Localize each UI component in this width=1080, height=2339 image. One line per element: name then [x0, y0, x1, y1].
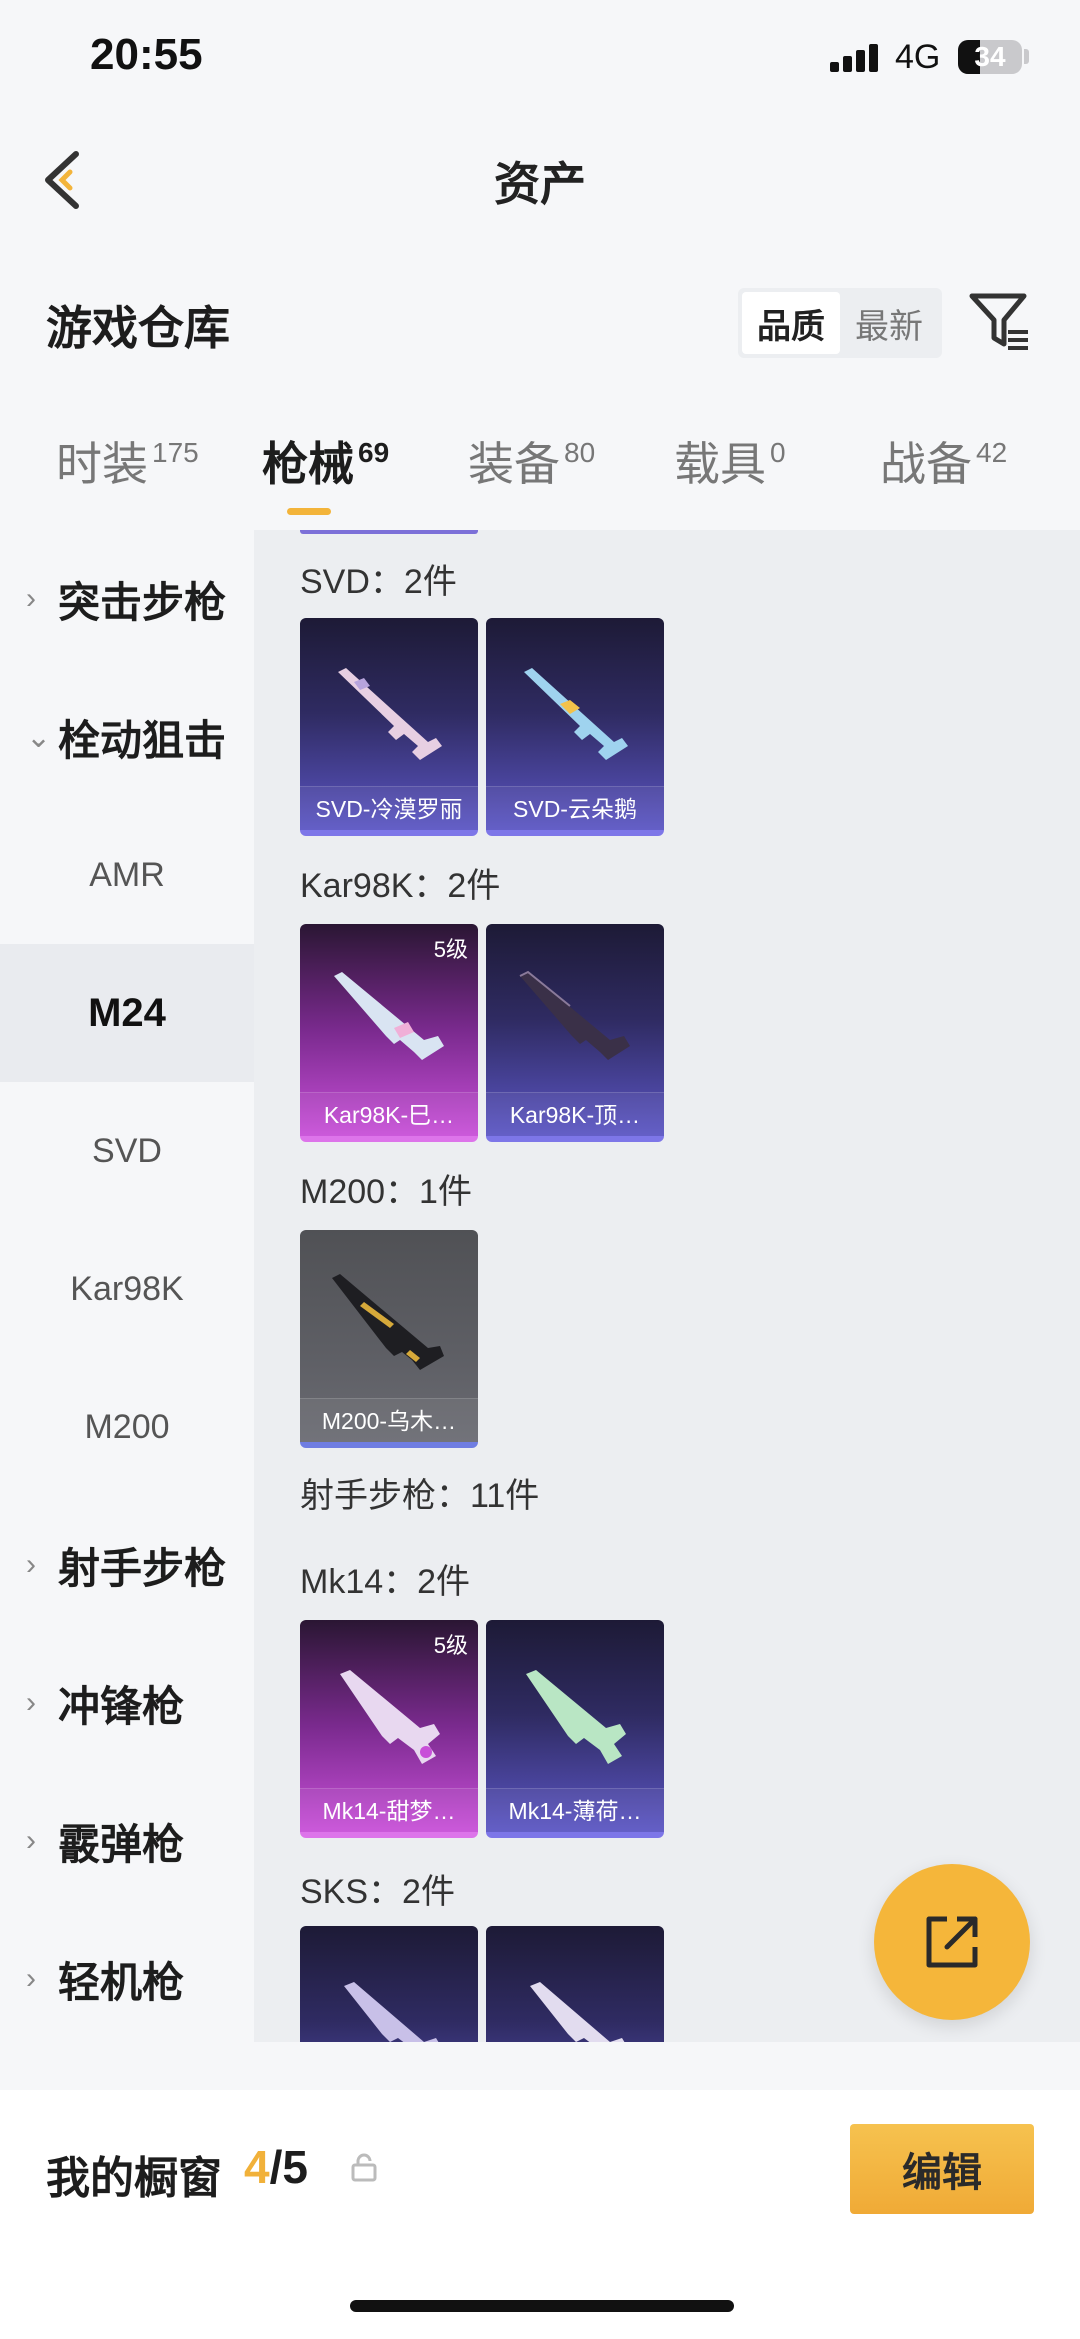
sort-quality-button[interactable]: 品质: [742, 292, 840, 354]
group-label-m200: M200：1件: [300, 1173, 472, 1211]
sort-toggle: 品质 最新: [738, 288, 942, 358]
chevron-right-icon: ›: [26, 1548, 36, 1581]
signal-icon: [830, 42, 880, 72]
chevron-right-icon: ›: [26, 582, 36, 615]
tab-count: 69: [358, 437, 390, 468]
rifle-icon: [332, 1274, 444, 1370]
weapon-list[interactable]: SVD：2件 SVD-冷漠罗丽 SVD-云朵鹅 Kar98K：2件 5级 Kar…: [254, 530, 1080, 2042]
scrolled-card-edge: [300, 530, 478, 534]
weapon-card[interactable]: Mk14-薄荷…: [486, 1620, 664, 1838]
tab-vehicles[interactable]: 载具 0: [674, 428, 786, 494]
tab-label: 载具: [674, 438, 766, 490]
sidebar-item-marksman-rifle[interactable]: › 射手步枪: [0, 1496, 254, 1634]
edit-button[interactable]: 编辑: [850, 2124, 1034, 2214]
tab-label: 战备: [880, 438, 972, 490]
battery-level: 34: [974, 41, 1006, 72]
weapon-name: Mk14-甜梦…: [300, 1788, 478, 1832]
network-type: 4G: [895, 38, 941, 76]
rifle-icon: [526, 1670, 626, 1764]
rifle-icon: [338, 668, 442, 760]
showcase-current: 4: [244, 2141, 270, 2193]
external-link-icon: [926, 1916, 978, 1968]
sort-newest-button[interactable]: 最新: [840, 292, 938, 354]
chevron-right-icon: ›: [26, 1962, 36, 1995]
rifle-icon: [344, 1982, 439, 2042]
rifle-icon: [530, 1982, 625, 2042]
sidebar-item-label: 霰弹枪: [58, 1820, 185, 1868]
tab-fashion[interactable]: 时装 175: [56, 428, 199, 494]
sidebar-item-bolt-sniper[interactable]: ⌄ 栓动狙击: [0, 668, 254, 806]
sidebar-item-m24[interactable]: M24: [0, 944, 254, 1082]
showcase-label: 我的橱窗: [46, 2154, 222, 2203]
weapon-card[interactable]: SVD-云朵鹅: [486, 618, 664, 836]
chevron-down-icon: ⌄: [26, 720, 52, 754]
tab-count: 42: [976, 437, 1008, 468]
tab-equipment[interactable]: 装备 80: [468, 428, 595, 494]
weapon-name: M200-乌木…: [300, 1398, 478, 1442]
tab-supplies[interactable]: 战备 42: [880, 428, 1007, 494]
weapon-card[interactable]: [300, 1926, 478, 2042]
status-time: 20:55: [90, 30, 203, 79]
showcase-total: /5: [269, 2141, 308, 2193]
rifle-icon: [524, 668, 628, 760]
chevron-right-icon: ›: [26, 1824, 36, 1857]
warehouse-title: 游戏仓库: [46, 302, 230, 354]
weapon-name: Kar98K-顶…: [486, 1092, 664, 1136]
sidebar-item-m200[interactable]: M200: [0, 1358, 254, 1496]
weapon-card[interactable]: 5级 Kar98K-巳…: [300, 924, 478, 1142]
sidebar-item-label: 栓动狙击: [58, 716, 227, 764]
lock-icon: [351, 2153, 377, 2182]
category-tabs: 时装 175 枪械 69 装备 80 载具 0 战备 42: [0, 428, 1080, 524]
weapon-card[interactable]: M200-乌木…: [300, 1230, 478, 1448]
weapon-category-sidebar: › 突击步枪 ⌄ 栓动狙击 AMR M24 SVD Kar98K M200 › 射手步…: [0, 530, 254, 2042]
tab-count: 0: [770, 437, 786, 468]
sidebar-item-assault-rifle[interactable]: › 突击步枪: [0, 530, 254, 668]
group-label-sks: SKS：2件: [300, 1873, 455, 1911]
sidebar-item-label: 冲锋枪: [58, 1682, 185, 1730]
share-button[interactable]: [874, 1864, 1030, 2020]
battery-icon: 34: [958, 40, 1022, 74]
weapon-card[interactable]: Kar98K-顶…: [486, 924, 664, 1142]
tab-label: 枪械: [262, 438, 354, 490]
tab-guns[interactable]: 枪械 69: [262, 428, 389, 494]
chevron-right-icon: ›: [26, 1686, 36, 1719]
weapon-card[interactable]: [486, 1926, 664, 2042]
weapon-name: Mk14-薄荷…: [486, 1788, 664, 1832]
filter-icon[interactable]: [968, 290, 1032, 354]
sidebar-item-label: 射手步枪: [58, 1544, 227, 1592]
sidebar-item-lmg[interactable]: › 轻机枪: [0, 1910, 254, 2048]
sidebar-item-shotgun[interactable]: › 霰弹枪: [0, 1772, 254, 1910]
group-label-kar98k: Kar98K：2件: [300, 867, 501, 905]
rifle-icon: [519, 970, 630, 1060]
showcase-count: 4/5: [244, 2140, 308, 2194]
weapon-name: SVD-冷漠罗丽: [300, 786, 478, 830]
group-label-svd: SVD：2件: [300, 563, 457, 601]
tab-count: 175: [152, 437, 199, 468]
battery-cap: [1024, 49, 1029, 64]
active-tab-indicator: [287, 508, 331, 515]
rifle-icon: [340, 1670, 440, 1764]
weapon-card[interactable]: 5级 Mk14-甜梦…: [300, 1620, 478, 1838]
weapon-name: Kar98K-巳…: [300, 1092, 478, 1136]
sidebar-item-amr[interactable]: AMR: [0, 806, 254, 944]
tab-label: 装备: [468, 438, 560, 490]
weapon-name: SVD-云朵鹅: [486, 786, 664, 830]
sidebar-item-svd[interactable]: SVD: [0, 1082, 254, 1220]
page-title: 资产: [494, 158, 586, 210]
sidebar-item-kar98k[interactable]: Kar98K: [0, 1220, 254, 1358]
tab-count: 80: [564, 437, 596, 468]
sidebar-item-label: 突击步枪: [58, 578, 227, 626]
status-bar: 20:55 4G 34: [0, 0, 1080, 120]
weapon-card[interactable]: SVD-冷漠罗丽: [300, 618, 478, 836]
group-label-marksman: 射手步枪：11件: [300, 1477, 540, 1515]
sidebar-item-smg[interactable]: › 冲锋枪: [0, 1634, 254, 1772]
home-indicator[interactable]: [350, 2300, 734, 2312]
tab-label: 时装: [56, 438, 148, 490]
sidebar-item-label: 轻机枪: [58, 1958, 185, 2006]
group-label-mk14: Mk14：2件: [300, 1563, 471, 1601]
rifle-icon: [334, 972, 444, 1060]
